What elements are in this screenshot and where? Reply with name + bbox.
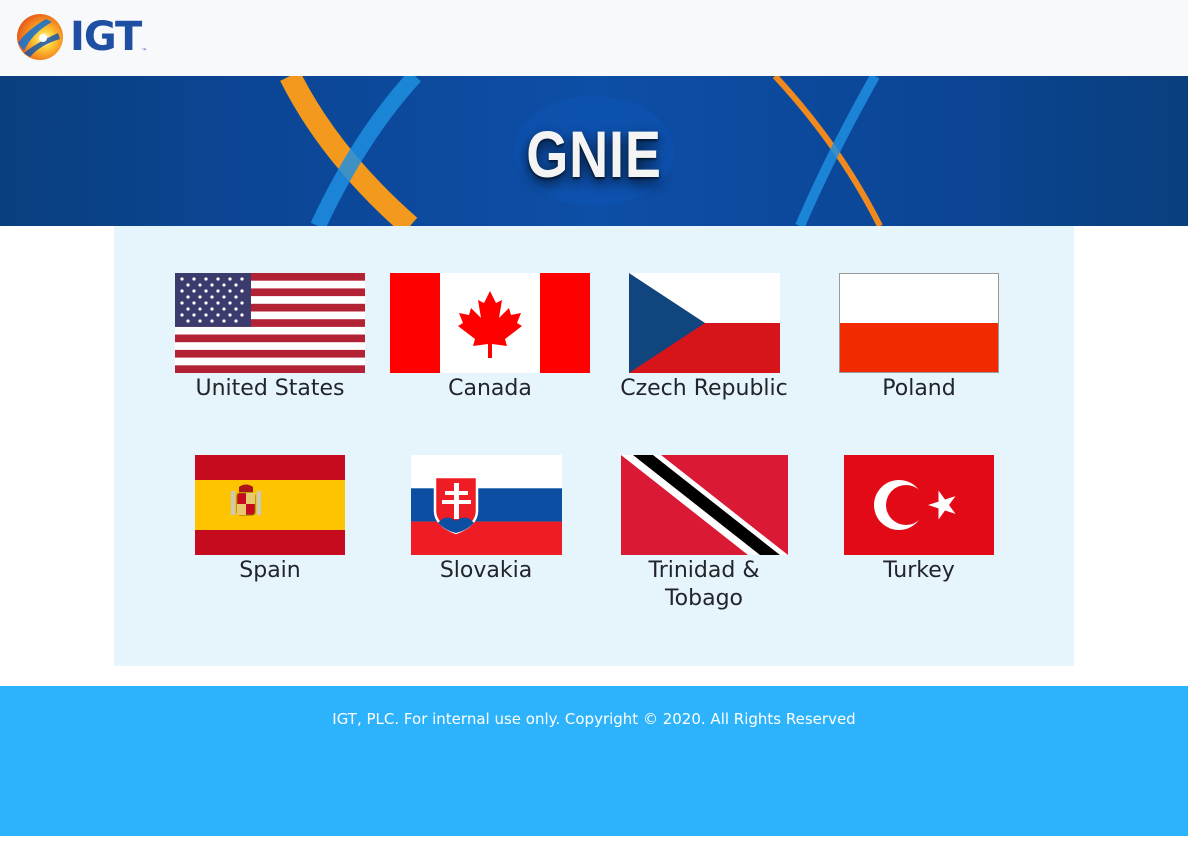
country-card-czech-republic[interactable]: Czech Republic (608, 273, 800, 403)
hero-banner: GNIE (0, 76, 1188, 226)
country-card-trinidad-tobago[interactable]: Trinidad & Tobago (608, 455, 800, 613)
igt-starburst-icon (17, 14, 63, 60)
us-flag-icon (175, 273, 365, 373)
country-name: Spain (239, 558, 301, 583)
country-name: Poland (882, 376, 956, 401)
country-name: Slovakia (439, 558, 533, 583)
igt-logo[interactable]: IGT ™ (16, 13, 147, 61)
country-name: Canada (448, 376, 532, 401)
turkey-flag-icon (844, 455, 994, 555)
trinidad-tobago-flag-icon (620, 455, 788, 555)
logo-trademark: ™ (141, 48, 148, 55)
country-name: Czech Republic (620, 376, 788, 401)
country-name: United States (195, 376, 345, 401)
spain-flag-icon (195, 455, 345, 555)
page-footer: IGT, PLC. For internal use only. Copyrig… (0, 686, 1188, 836)
country-name: Trinidad & Tobago (648, 558, 760, 611)
country-card-turkey[interactable]: Turkey (823, 455, 1015, 585)
logo-wordmark: IGT (70, 14, 142, 60)
country-name: Turkey (883, 558, 955, 583)
czech-flag-icon (628, 273, 780, 373)
country-card-united-states[interactable]: United States (174, 273, 366, 403)
slovakia-flag-icon (410, 455, 562, 555)
country-card-slovakia[interactable]: Slovakia (390, 455, 582, 585)
country-selection-panel: United States Canada Czech Republic Pola… (114, 226, 1074, 666)
banner-title: GNIE (526, 117, 662, 191)
canada-flag-icon (390, 273, 590, 373)
footer-copyright: IGT, PLC. For internal use only. Copyrig… (332, 710, 856, 728)
country-card-canada[interactable]: Canada (388, 273, 592, 403)
top-navbar: IGT ™ (0, 0, 1188, 76)
country-card-spain[interactable]: Spain (174, 455, 366, 585)
poland-flag-icon (839, 273, 999, 373)
country-card-poland[interactable]: Poland (823, 273, 1015, 403)
